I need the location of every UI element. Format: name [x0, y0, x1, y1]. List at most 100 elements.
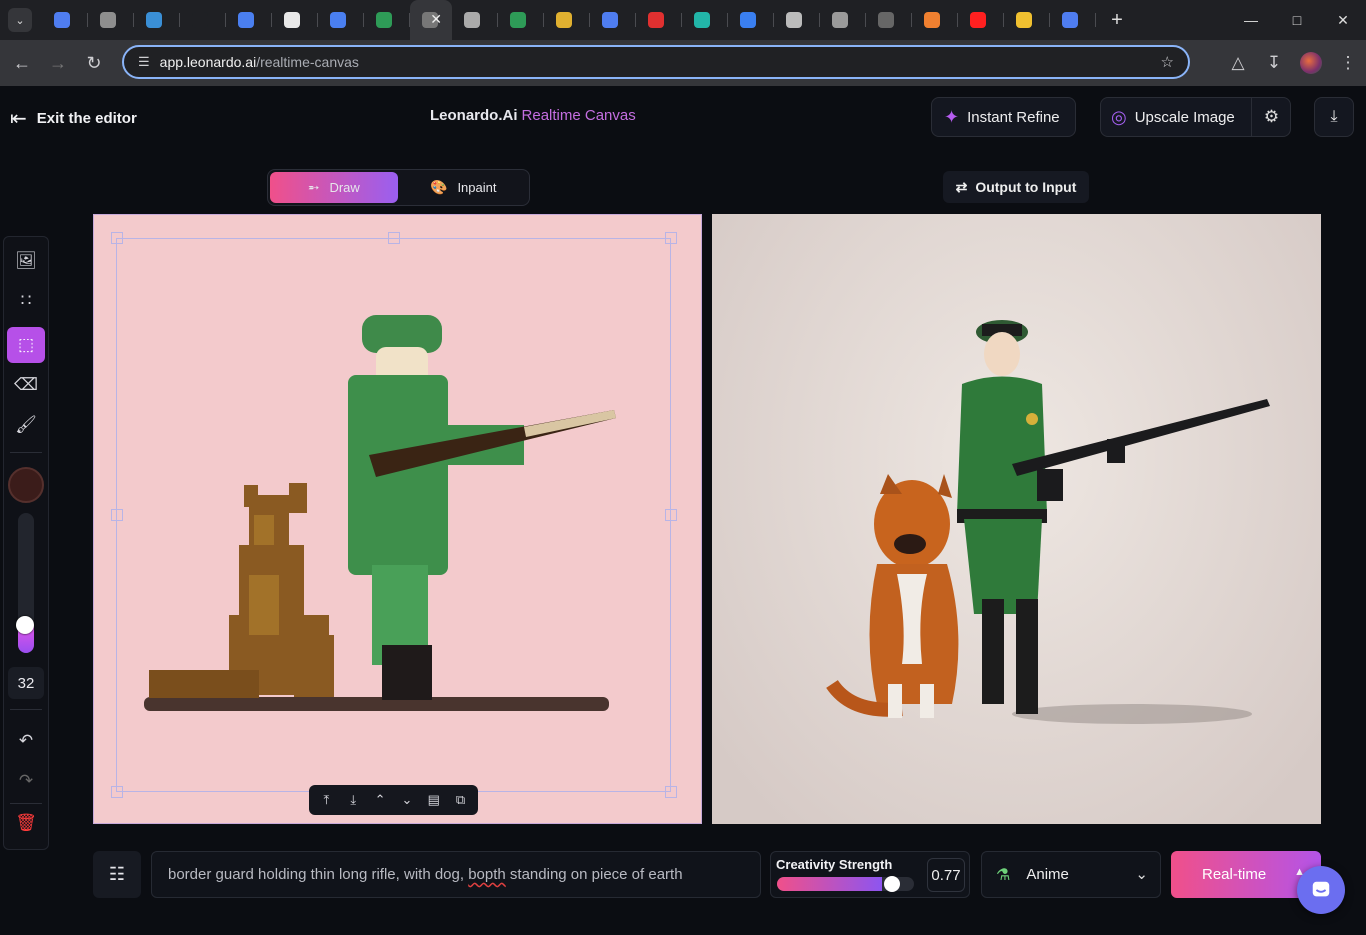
sparkle-icon: ✦	[944, 106, 960, 127]
brush-size-value[interactable]: 32	[8, 667, 44, 699]
download-icon: ⤓	[1330, 108, 1338, 125]
resize-handle-tm[interactable]	[388, 232, 400, 244]
browser-tab-google-tab[interactable]	[1050, 0, 1096, 40]
brush-size-slider-thumb[interactable]	[16, 616, 34, 634]
browser-tab-stackoverflow-tab[interactable]	[912, 0, 958, 40]
paint-tool[interactable]: 🖌	[7, 407, 45, 443]
prompt-text-after: standing on piece of earth	[505, 866, 683, 883]
draw-label: Draw	[329, 180, 360, 195]
bring-to-front-icon[interactable]: ⤒	[314, 792, 338, 808]
instant-refine-button[interactable]: ✦ Instant Refine	[931, 97, 1076, 137]
move-up-icon[interactable]: ⌃	[368, 792, 392, 808]
chevron-down-icon: ⌄	[1135, 866, 1148, 883]
browser-tab-diamond-tab[interactable]	[682, 0, 728, 40]
browser-tab-b-tab[interactable]	[774, 0, 820, 40]
browser-tab-github-tab[interactable]	[866, 0, 912, 40]
image-soldier	[957, 320, 1047, 714]
resize-handle-tl[interactable]	[111, 232, 123, 244]
red-favicon-icon	[648, 12, 664, 28]
browser-tab-search-tab[interactable]	[42, 0, 88, 40]
add-image-tool[interactable]: 🖼	[7, 243, 45, 279]
browser-tab-translate-tab[interactable]	[318, 0, 364, 40]
generation-settings-button[interactable]: ☷	[93, 851, 141, 898]
selection-box[interactable]	[116, 238, 671, 792]
tabs-container: ✕	[42, 0, 1096, 40]
browser-tab-m-tab[interactable]	[820, 0, 866, 40]
grid-tool[interactable]: ∷	[7, 283, 45, 319]
app-title: Leonardo.Ai Realtime Canvas	[430, 107, 636, 124]
resize-handle-tr[interactable]	[665, 232, 677, 244]
browser-tab-list-tab[interactable]	[590, 0, 636, 40]
output-image	[712, 214, 1321, 824]
maximize-button[interactable]: □	[1274, 0, 1320, 40]
support-chat-button[interactable]	[1297, 866, 1345, 914]
select-tool[interactable]: ⬚	[7, 327, 45, 363]
close-tab-icon[interactable]: ✕	[430, 11, 442, 28]
brush-color-swatch[interactable]	[8, 467, 44, 503]
browser-tab-book-tab[interactable]	[544, 0, 590, 40]
upscale-settings-button[interactable]: ⚙	[1251, 97, 1291, 137]
hatch-pattern-icon[interactable]: ▤	[422, 792, 446, 808]
creativity-slider-thumb[interactable]	[884, 876, 900, 892]
tab-inpaint[interactable]: 🎨 Inpaint	[400, 172, 528, 203]
reload-button[interactable]: ↻	[76, 45, 112, 81]
back-button[interactable]: ←	[4, 45, 40, 81]
resize-handle-mr[interactable]	[665, 509, 677, 521]
redo-button[interactable]: ↷	[7, 763, 45, 799]
browser-tab-blue-diamond-tab[interactable]	[728, 0, 774, 40]
browser-tab-globe-tab[interactable]	[452, 0, 498, 40]
browser-tab-active-tab[interactable]: ✕	[410, 0, 452, 40]
tab-draw[interactable]: ➵ Draw	[270, 172, 398, 203]
extensions-icon[interactable]: △	[1220, 53, 1256, 73]
browser-tab-leonardo-tab-2[interactable]	[498, 0, 544, 40]
browser-tab-puzzle-tab[interactable]	[226, 0, 272, 40]
creativity-strength-value[interactable]: 0.77	[927, 858, 965, 892]
close-window-button[interactable]: ✕	[1320, 0, 1366, 40]
download-button[interactable]: ⤓	[1314, 97, 1354, 137]
output-to-input-button[interactable]: ⇄ Output to Input	[943, 171, 1089, 203]
browser-tab-circle-tab[interactable]	[88, 0, 134, 40]
browser-tab-tool-tab[interactable]	[134, 0, 180, 40]
downloads-icon[interactable]: ↧	[1256, 53, 1292, 73]
browser-tab-emoji-tab[interactable]	[1004, 0, 1050, 40]
chat-icon	[1312, 881, 1330, 897]
browser-tab-red-tab[interactable]	[636, 0, 682, 40]
forward-button[interactable]: →	[40, 45, 76, 81]
image-plus-icon: 🖼	[15, 251, 37, 270]
creativity-strength-control: Creativity Strength 0.77	[770, 851, 970, 898]
youtube-favicon-icon	[970, 12, 986, 28]
app-title-main: Leonardo.Ai	[430, 107, 518, 124]
upscale-image-label: Upscale Image	[1134, 108, 1235, 126]
dots-grid-icon: ∷	[20, 291, 32, 310]
url-path: /realtime-canvas	[256, 54, 359, 70]
browser-tab-leonardo-tab[interactable]	[364, 0, 410, 40]
tab-search-menu-button[interactable]: ⌄	[8, 8, 32, 32]
move-down-icon[interactable]: ⌄	[395, 792, 419, 808]
rail-divider	[10, 452, 42, 453]
undo-button[interactable]: ↶	[7, 723, 45, 759]
drawing-canvas[interactable]	[93, 214, 702, 824]
profile-avatar[interactable]	[1300, 52, 1322, 74]
browser-tab-openai-tab[interactable]	[272, 0, 318, 40]
chrome-menu-icon[interactable]: ⋮	[1330, 53, 1366, 73]
browser-tab-youtube-tab[interactable]	[958, 0, 1004, 40]
resize-handle-bl[interactable]	[111, 786, 123, 798]
send-to-back-icon[interactable]: ⤓	[341, 792, 365, 808]
address-bar[interactable]: ☰ app.leonardo.ai/realtime-canvas ☆	[122, 45, 1190, 79]
bookmark-star-icon[interactable]: ☆	[1161, 53, 1174, 71]
eraser-tool[interactable]: ⌫	[7, 367, 45, 403]
style-select[interactable]: ⚗ Anime ⌄	[981, 851, 1161, 898]
mode-switch: ➵ Draw 🎨 Inpaint	[267, 169, 530, 206]
exit-editor-button[interactable]: ⇤ Exit the editor	[10, 106, 137, 131]
minimize-button[interactable]: —	[1228, 0, 1274, 40]
clear-canvas-button[interactable]: 🗑	[7, 805, 45, 841]
site-info-icon[interactable]: ☰	[138, 54, 150, 70]
duplicate-icon[interactable]: ⧉	[449, 792, 473, 808]
browser-tab-blank-tab[interactable]	[180, 0, 226, 40]
resize-handle-br[interactable]	[665, 786, 677, 798]
undo-icon: ↶	[18, 731, 34, 750]
prompt-input[interactable]: border guard holding thin long rifle, wi…	[151, 851, 761, 898]
resize-handle-ml[interactable]	[111, 509, 123, 521]
rail-divider	[10, 803, 42, 804]
new-tab-button[interactable]: +	[1102, 9, 1132, 32]
